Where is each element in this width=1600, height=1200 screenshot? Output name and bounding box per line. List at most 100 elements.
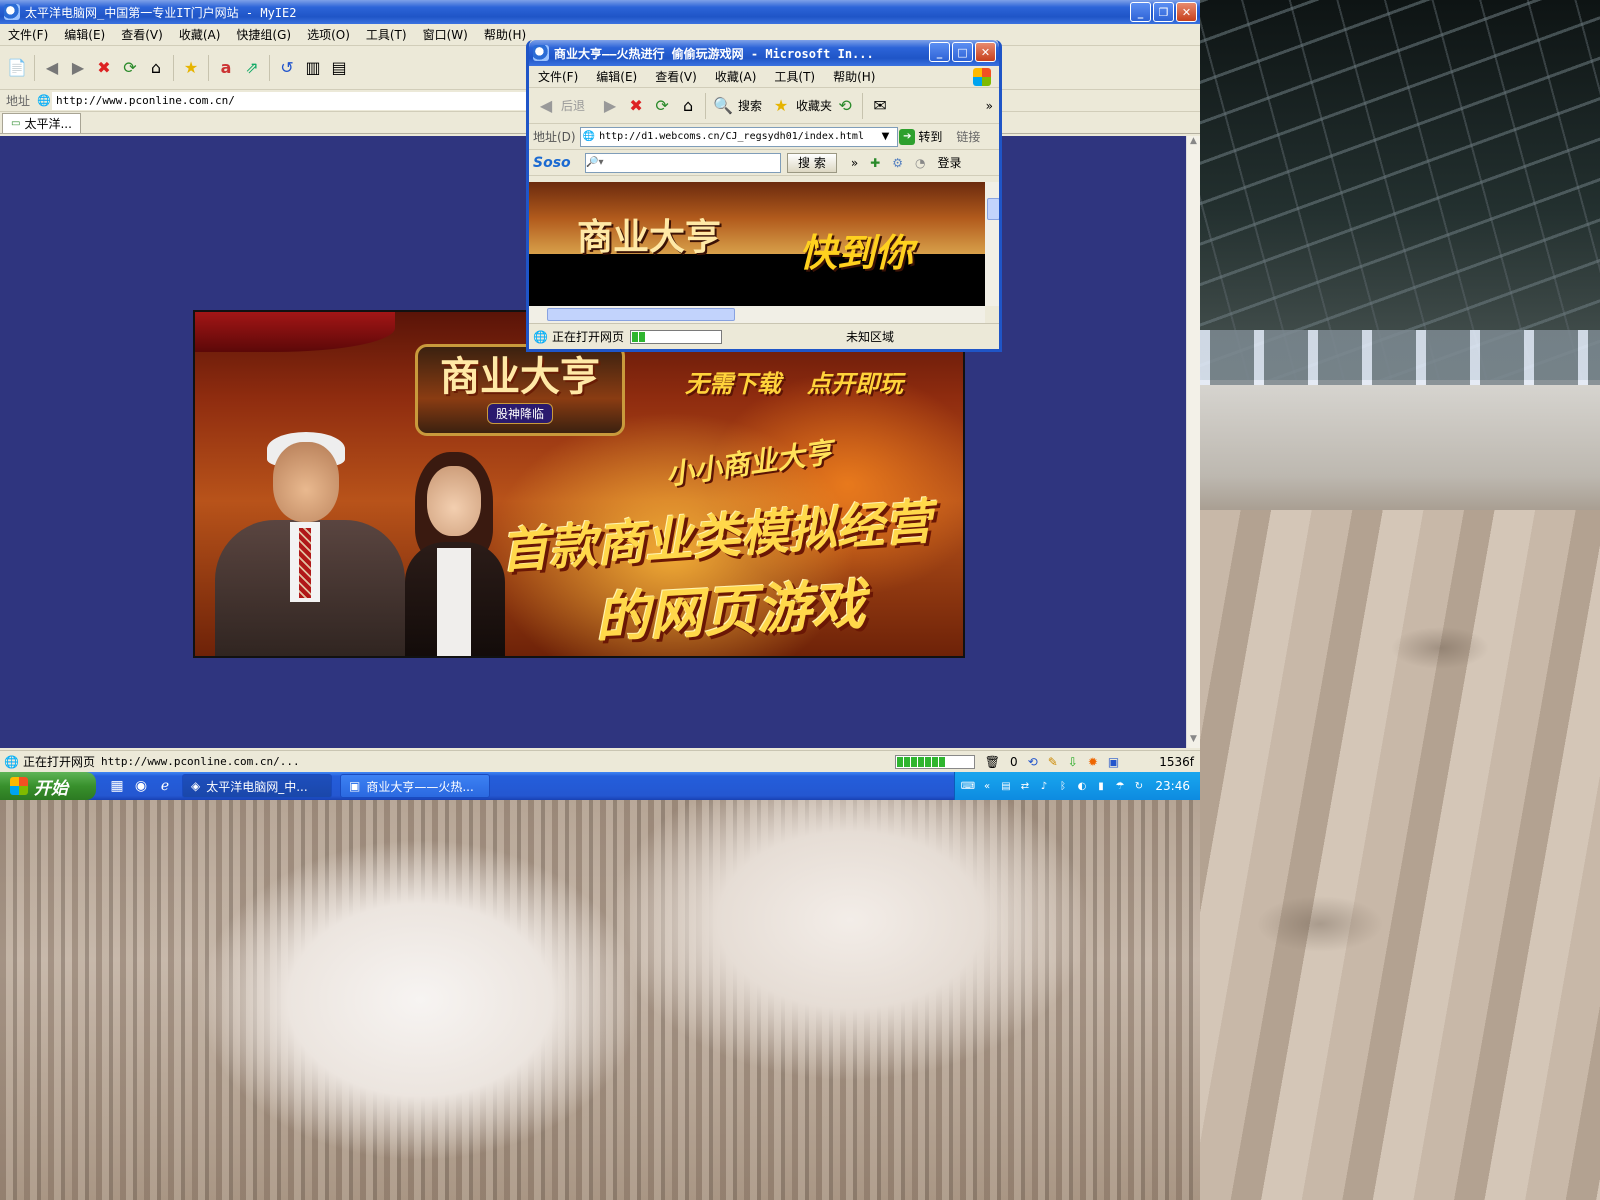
menu-options[interactable]: 选项(O) <box>299 26 358 43</box>
tray-expand-icon[interactable]: « <box>980 779 994 793</box>
tool-icon[interactable]: ✎ <box>1048 755 1058 769</box>
soso-settings-icon[interactable]: ⚙ <box>892 156 903 170</box>
task-2-label: 商业大亨——火热... <box>366 779 474 794</box>
task-pconline[interactable]: ◈ 太平洋电脑网_中... <box>182 774 332 798</box>
menu-edit[interactable]: 编辑(E) <box>56 26 113 43</box>
panel-icon[interactable]: ▤ <box>326 55 352 81</box>
layout-icon[interactable]: ▥ <box>300 55 326 81</box>
clock[interactable]: 23:46 <box>1155 779 1190 793</box>
ie-launch-icon[interactable]: ℯ <box>156 777 174 795</box>
new-page-icon[interactable]: 📄 <box>4 55 30 81</box>
popup-menu-favorites[interactable]: 收藏(A) <box>706 68 766 85</box>
main-vertical-scrollbar[interactable]: ▲ ▼ <box>1186 136 1200 748</box>
popup-menu-tools[interactable]: 工具(T) <box>765 68 824 85</box>
keyboard-icon[interactable]: ⌨ <box>961 779 975 793</box>
popup-history-icon[interactable]: ⟲ <box>832 93 858 119</box>
umbrella-icon[interactable]: ☂ <box>1113 779 1127 793</box>
scroll-up-icon[interactable]: ▲ <box>1187 136 1200 150</box>
soso-more-icon[interactable]: » <box>851 156 858 170</box>
tray-app-icon[interactable]: ▤ <box>999 779 1013 793</box>
popup-page-content[interactable]: 商业大亨 快到你 <box>529 182 985 306</box>
home-icon[interactable]: ⌂ <box>143 55 169 81</box>
businessman-illustration <box>205 432 405 656</box>
toolbar-separator <box>269 54 270 81</box>
popup-menu-help[interactable]: 帮助(H) <box>824 68 884 85</box>
sync-icon[interactable]: ↻ <box>1132 779 1146 793</box>
main-title-bar[interactable]: 太平洋电脑网_中国第一专业IT门户网站 - MyIE2 _ ❐ ✕ <box>0 0 1200 24</box>
popup-horizontal-scrollbar[interactable] <box>529 306 985 323</box>
popup-blocker-icon[interactable]: 🗑 <box>985 755 1000 769</box>
settings-gear-icon[interactable]: ✹ <box>1088 755 1098 769</box>
task-popup[interactable]: ▣ 商业大亨——火热... <box>340 774 490 798</box>
popup-search-label[interactable]: 搜索 <box>738 97 762 114</box>
popup-favorites-star-icon[interactable]: ★ <box>768 93 794 119</box>
network-icon[interactable]: ⇄ <box>1018 779 1032 793</box>
tab-pconline[interactable]: ▭ 太平洋... <box>2 113 81 133</box>
signal-icon[interactable]: ▮ <box>1094 779 1108 793</box>
popup-maximize-button[interactable]: □ <box>952 42 973 62</box>
menu-help[interactable]: 帮助(H) <box>476 26 534 43</box>
stop-icon[interactable]: ✖ <box>91 55 117 81</box>
scroll-down-icon[interactable]: ▼ <box>1187 734 1200 748</box>
popup-address-input[interactable]: 🌐 http://d1.webcoms.cn/CJ_regsydh01/inde… <box>579 126 898 147</box>
popup-back-icon[interactable]: ◀ <box>533 93 559 119</box>
media-player-icon[interactable]: ◉ <box>132 777 150 795</box>
banner-logo: 商业大亨 股神降临 <box>415 344 625 436</box>
refresh-icon[interactable]: ⟳ <box>117 55 143 81</box>
soso-logo[interactable]: Soso <box>533 155 581 171</box>
popup-forward-icon[interactable]: ▶ <box>597 93 623 119</box>
start-button[interactable]: 开始 <box>0 772 96 800</box>
popup-close-button[interactable]: ✕ <box>975 42 996 62</box>
popup-refresh-icon[interactable]: ⟳ <box>649 93 675 119</box>
soso-login-label[interactable]: 登录 <box>937 154 961 171</box>
popup-menu-file[interactable]: 文件(F) <box>529 68 587 85</box>
volume-icon[interactable]: ♪ <box>1037 779 1051 793</box>
popup-menu-view[interactable]: 查看(V) <box>646 68 706 85</box>
soso-search-input[interactable]: 🔎▾ <box>585 152 781 173</box>
popup-vertical-scrollbar[interactable] <box>985 182 999 306</box>
address-input[interactable]: http://www.pconline.com.cn/ <box>52 91 533 110</box>
popup-go-button[interactable]: ➔ 转到 <box>899 128 942 145</box>
open-link-icon[interactable]: ⇗ <box>239 55 265 81</box>
popup-links-label[interactable]: 链接 <box>956 128 980 145</box>
menu-tools[interactable]: 工具(T) <box>358 26 415 43</box>
popup-vscroll-thumb[interactable] <box>987 198 999 220</box>
popup-toolbar-overflow-icon[interactable]: » <box>986 99 993 113</box>
popup-status-icon: 🌐 <box>533 329 548 344</box>
close-button[interactable]: ✕ <box>1176 2 1197 22</box>
bluetooth-icon[interactable]: ᛒ <box>1056 779 1070 793</box>
undo-close-icon[interactable]: ↺ <box>274 55 300 81</box>
popup-hscroll-thumb[interactable] <box>547 308 735 321</box>
menu-file[interactable]: 文件(F) <box>0 26 56 43</box>
menu-favorites[interactable]: 收藏(A) <box>171 26 229 43</box>
soso-add-icon[interactable]: ✚ <box>870 156 880 170</box>
popup-minimize-button[interactable]: _ <box>929 42 950 62</box>
favorites-star-icon[interactable]: ★ <box>178 55 204 81</box>
popup-stop-icon[interactable]: ✖ <box>623 93 649 119</box>
popup-favorites-label[interactable]: 收藏夹 <box>796 97 832 114</box>
popup-search-icon[interactable]: 🔍 <box>710 93 736 119</box>
security-icon[interactable]: ⟲ <box>1028 755 1038 769</box>
popup-menu-edit[interactable]: 编辑(E) <box>587 68 646 85</box>
popup-title-bar[interactable]: 商业大亨——火热进行 偷偷玩游戏网 - Microsoft In... _ □ … <box>529 40 999 66</box>
popup-mail-icon[interactable]: ✉ <box>867 93 893 119</box>
menu-view[interactable]: 查看(V) <box>113 26 171 43</box>
menu-window[interactable]: 窗口(W) <box>415 26 476 43</box>
antivirus-icon[interactable]: ◐ <box>1075 779 1089 793</box>
soso-user-icon[interactable]: ◔ <box>915 156 925 170</box>
back-icon[interactable]: ◀ <box>39 55 65 81</box>
soso-search-button[interactable]: 搜 索 <box>787 152 837 173</box>
download-icon[interactable]: ⇩ <box>1068 755 1078 769</box>
screen-icon[interactable]: ▣ <box>1108 755 1119 769</box>
game-banner-ad[interactable]: 商业大亨 股神降临 无需下载 点开即玩 小小商业大亨 首款商业类模拟经营 的网页… <box>193 310 965 658</box>
tab-page-icon: ▭ <box>11 118 21 129</box>
forward-icon[interactable]: ▶ <box>65 55 91 81</box>
show-desktop-icon[interactable]: ▦ <box>108 777 126 795</box>
popup-home-icon[interactable]: ⌂ <box>675 93 701 119</box>
menu-groups[interactable]: 快捷组(G) <box>228 26 299 43</box>
encoding-icon[interactable]: a <box>213 55 239 81</box>
address-dropdown-icon[interactable]: ▼ <box>882 131 890 142</box>
popup-back-label[interactable]: 后退 <box>561 97 585 114</box>
restore-button[interactable]: ❐ <box>1153 2 1174 22</box>
minimize-button[interactable]: _ <box>1130 2 1151 22</box>
